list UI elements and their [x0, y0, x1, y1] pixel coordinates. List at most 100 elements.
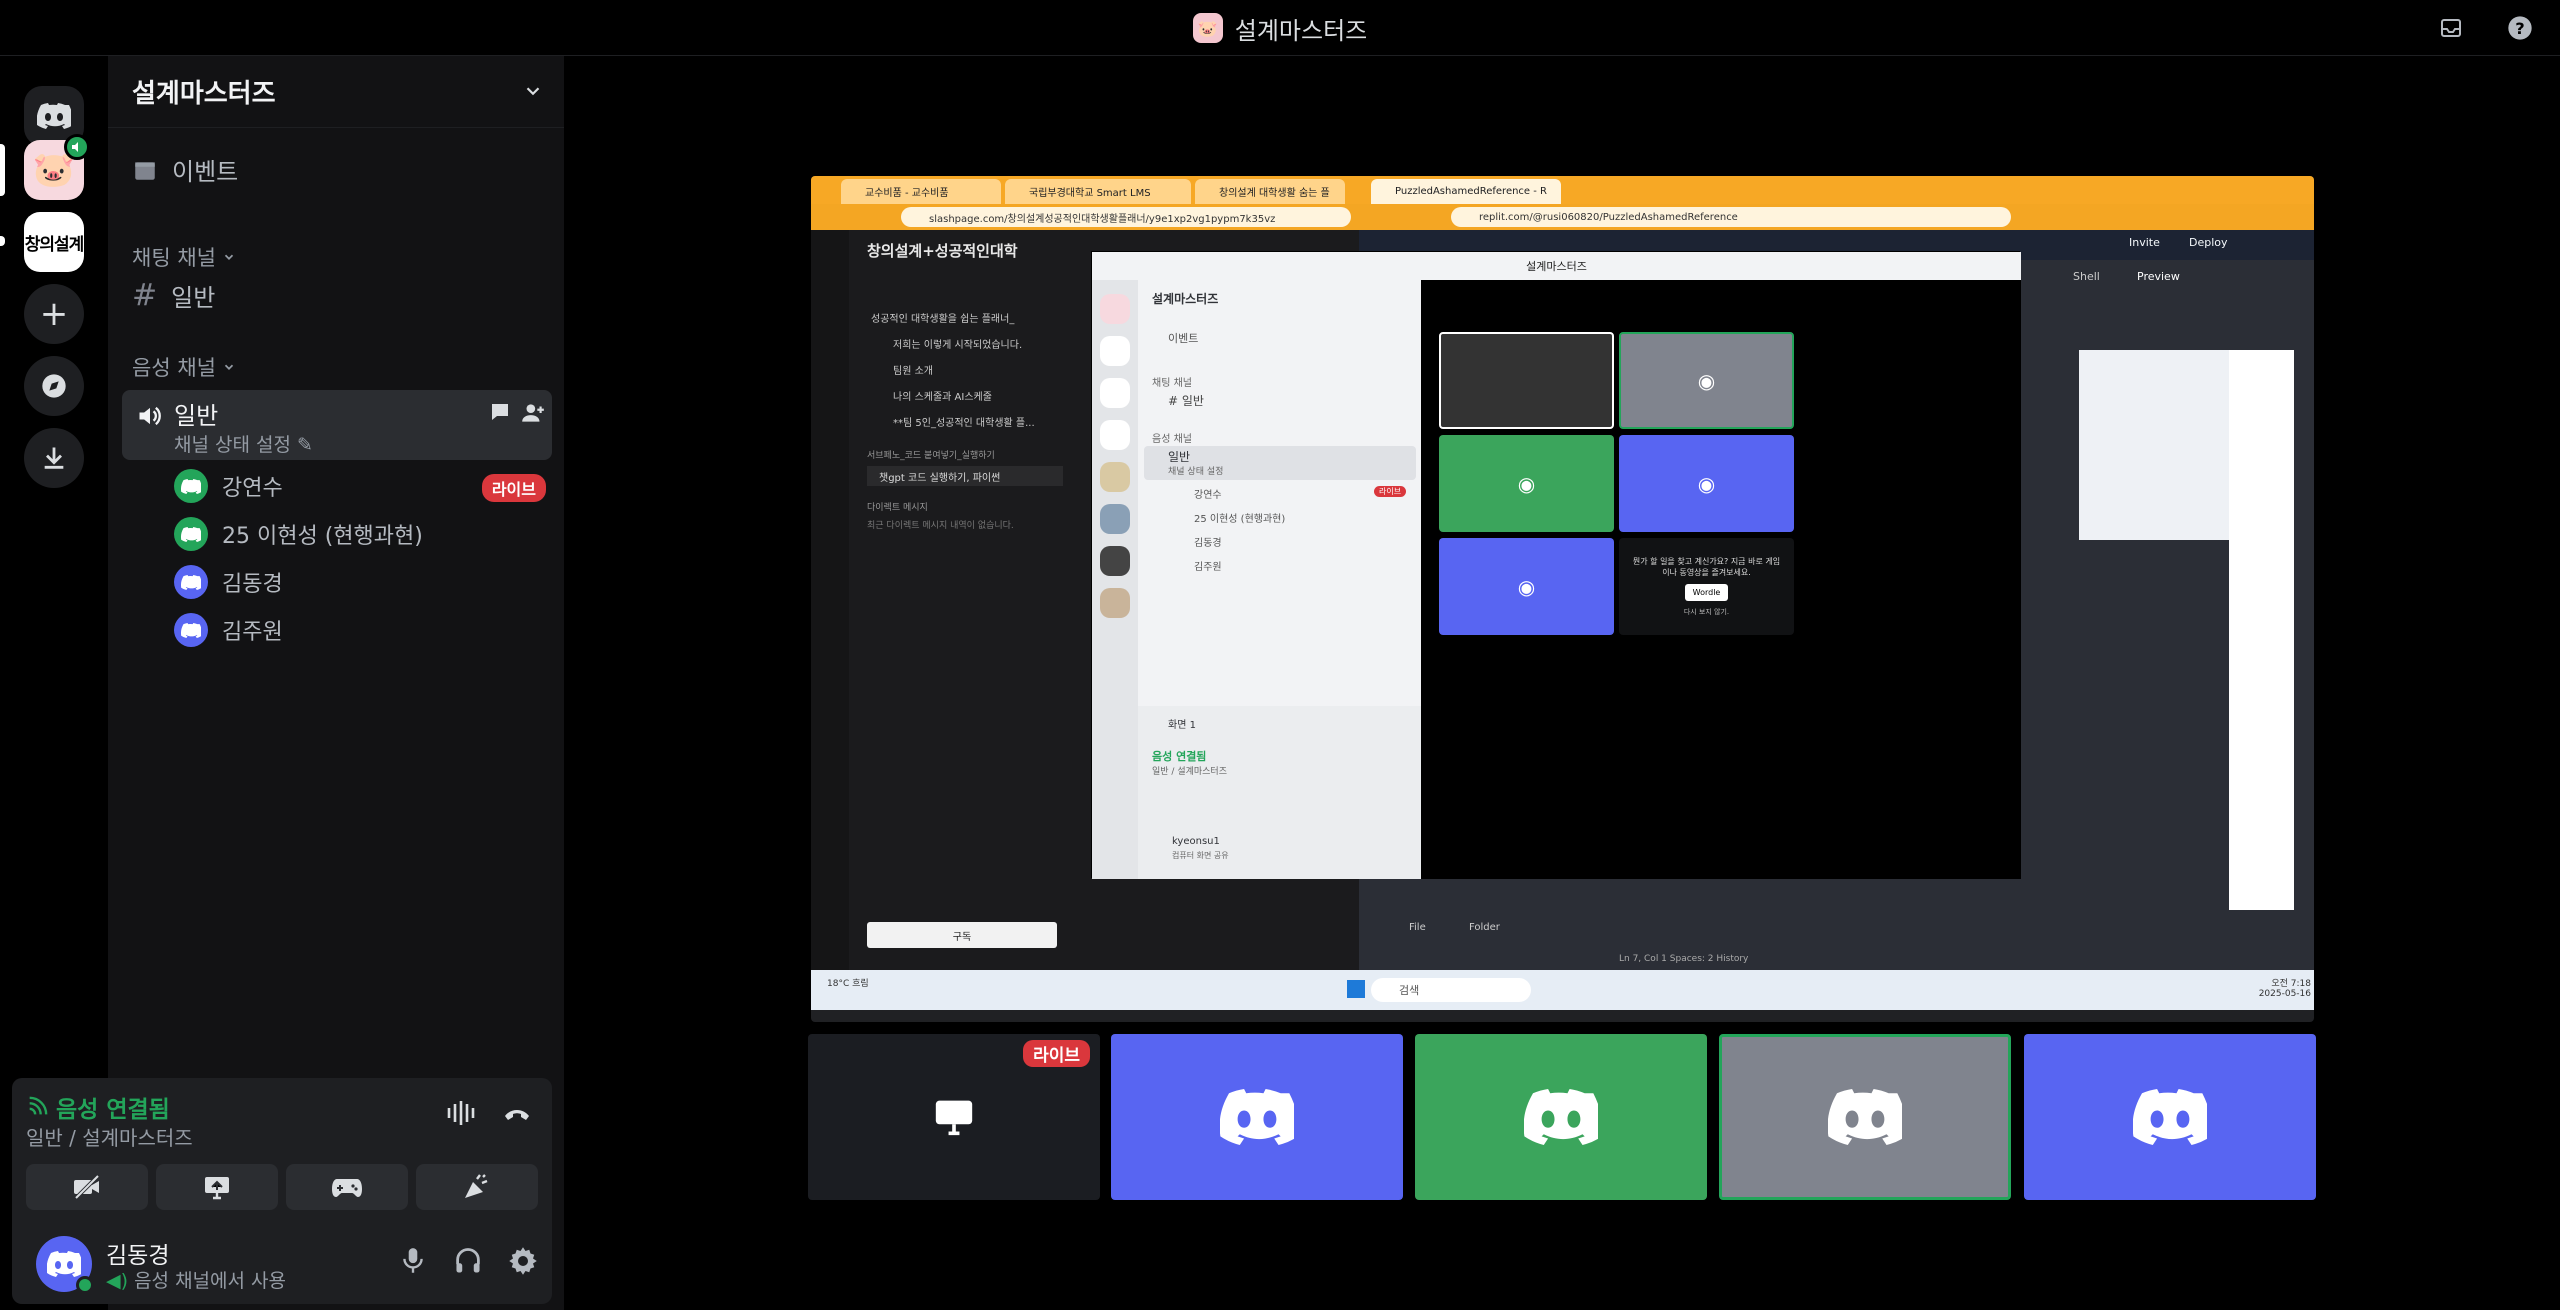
- taskbar-weather[interactable]: 18°C 흐림: [827, 976, 877, 989]
- hash-icon: #: [132, 278, 158, 313]
- page-item[interactable]: 서브페노_코드 붙여넣기_실행하기: [867, 448, 995, 461]
- voice-category-label: 음성 채널: [132, 356, 216, 380]
- text-category[interactable]: 채팅 채널: [132, 242, 236, 272]
- browser-toolbar: slashpage.com/창의설계성공적인대학생활플래너/y9e1xp2vg1…: [811, 204, 2314, 230]
- participant-tile-speaking[interactable]: [1719, 1034, 2011, 1200]
- mic-icon[interactable]: [400, 1246, 426, 1276]
- inner-server-rail: [1092, 280, 1138, 879]
- inner-user-tile[interactable]: ◉: [1439, 435, 1614, 532]
- headphones-icon[interactable]: [454, 1246, 482, 1276]
- shell-tab[interactable]: Shell: [2073, 270, 2100, 283]
- voice-category[interactable]: 음성 채널: [132, 352, 236, 382]
- avatar: [1100, 462, 1130, 492]
- invite-button[interactable]: Invite: [2129, 236, 2160, 249]
- voice-member[interactable]: 25 이현성 (현행과현): [174, 514, 554, 554]
- inner-user-tile[interactable]: ◉: [1619, 435, 1794, 532]
- browser-tab[interactable]: 국립부경대학교 Smart LMS: [1005, 179, 1191, 204]
- taskbar-search[interactable]: 검색: [1371, 978, 1531, 1002]
- channel-status-setting[interactable]: 채널 상태 설정 ✎: [174, 430, 313, 457]
- live-badge: 라이브: [481, 474, 546, 502]
- voice-location[interactable]: 일반 / 설계마스터즈: [26, 1122, 193, 1151]
- server-icon-creative-design[interactable]: 창의설계: [24, 212, 84, 272]
- events-link[interactable]: 이벤트: [132, 152, 238, 187]
- add-user-icon[interactable]: [520, 400, 546, 426]
- browser-tab[interactable]: PuzzledAshamedReference - R: [1371, 179, 1561, 204]
- shared-screen-stream[interactable]: 교수비품 - 교수비품 국립부경대학교 Smart LMS 창의설계 대학생활 …: [811, 176, 2314, 1022]
- page-title: 창의설계+성공적인대학: [867, 242, 1018, 260]
- explore-icon[interactable]: [24, 356, 84, 416]
- inner-user-tile[interactable]: ◉: [1619, 332, 1794, 429]
- inbox-icon[interactable]: [2436, 13, 2466, 43]
- screen-share-button[interactable]: [156, 1164, 278, 1210]
- participant-tile[interactable]: [2024, 1034, 2316, 1200]
- screen-share-icon: [205, 1177, 229, 1200]
- address-bar-left[interactable]: slashpage.com/창의설계성공적인대학생활플래너/y9e1xp2vg1…: [901, 207, 1351, 227]
- text-channel-general[interactable]: # 일반: [132, 278, 215, 313]
- promo-checkbox[interactable]: 다시 보지 않기.: [1684, 607, 1729, 617]
- page-item[interactable]: **팀 5인_성공적인 대학생활 플...: [893, 414, 1035, 429]
- title-bar: 🐷 설계마스터즈 ?: [0, 0, 2560, 56]
- folder-button[interactable]: Folder: [1469, 922, 1500, 933]
- gear-icon[interactable]: [508, 1246, 538, 1276]
- voice-member[interactable]: 김동경: [174, 562, 554, 602]
- preview-tab[interactable]: Preview: [2137, 270, 2180, 283]
- chevron-down-icon: [526, 87, 540, 96]
- browser-tab[interactable]: 교수비품 - 교수비품: [841, 179, 1001, 204]
- page-item[interactable]: 성공적인 대학생활을 쉽는 플래너_: [871, 310, 1014, 325]
- inner-member[interactable]: 김동경: [1194, 534, 1222, 549]
- inner-stream-tile[interactable]: [1439, 332, 1614, 429]
- subscribe-button[interactable]: 구독: [867, 922, 1057, 948]
- discord-icon: [1828, 1089, 1902, 1145]
- inner-server-name: 설계마스터즈: [1152, 292, 1219, 306]
- camera-toggle-button[interactable]: [26, 1164, 148, 1210]
- deploy-button[interactable]: Deploy: [2189, 236, 2228, 249]
- taskbar-time: 오전 7:18: [2271, 979, 2311, 989]
- soundboard-button[interactable]: [416, 1164, 538, 1210]
- file-button[interactable]: File: [1409, 922, 1426, 933]
- active-server-pill: [0, 144, 5, 196]
- dm-heading: 다이렉트 메시지: [867, 503, 928, 513]
- inner-voice-channel[interactable]: 일반 채널 상태 설정: [1144, 446, 1416, 480]
- avatar: [1100, 378, 1130, 408]
- server-icon-designmasters[interactable]: 🐷: [24, 134, 90, 200]
- inner-text-category[interactable]: 채팅 채널: [1152, 374, 1192, 389]
- soundwave-icon[interactable]: [446, 1100, 476, 1126]
- voice-channel-general[interactable]: 일반 채널 상태 설정 ✎: [122, 390, 552, 460]
- promo-game[interactable]: Wordle: [1684, 584, 1729, 601]
- voice-member[interactable]: 강연수 라이브: [174, 466, 554, 506]
- address-bar-right[interactable]: replit.com/@rusi060820/PuzzledAshamedRef…: [1451, 207, 2011, 227]
- participant-tile[interactable]: [1415, 1034, 1707, 1200]
- inner-member[interactable]: 김주원: [1194, 558, 1222, 573]
- server-header[interactable]: 설계마스터즈: [108, 56, 564, 128]
- voice-connection-panel: 음성 연결됨 일반 / 설계마스터즈 김동경 ◀) 음성 채널에서 사용: [12, 1078, 552, 1304]
- voice-member[interactable]: 김주원: [174, 610, 554, 650]
- inner-voice-category[interactable]: 음성 채널: [1152, 430, 1192, 445]
- browser-tab[interactable]: 창의설계 대학생활 숨는 플: [1195, 179, 1345, 204]
- activity-promo: 뭔가 할 일을 찾고 계신가요? 지금 바로 게임이나 동영상을 즐겨보세요. …: [1619, 538, 1794, 635]
- events-label: 이벤트: [172, 158, 239, 186]
- windows-start-icon[interactable]: [1347, 980, 1365, 998]
- inner-text-channel[interactable]: # 일반: [1168, 392, 1204, 409]
- add-server-button[interactable]: +: [24, 284, 84, 344]
- help-icon[interactable]: ?: [2505, 13, 2535, 43]
- inner-member[interactable]: 강연수: [1194, 486, 1222, 501]
- inner-user-tile[interactable]: ◉: [1439, 538, 1614, 635]
- download-icon[interactable]: [24, 428, 84, 488]
- inner-events[interactable]: 이벤트: [1168, 330, 1198, 346]
- page-item[interactable]: 챗gpt 코드 실행하기, 파이썬: [867, 466, 1063, 486]
- participant-tile[interactable]: [1111, 1034, 1403, 1200]
- avatar: [1100, 420, 1130, 450]
- page-item[interactable]: 나의 스케줄과 AI스케줄: [893, 388, 992, 403]
- page-item[interactable]: 저희는 이렇게 시작되었습니다.: [893, 336, 1022, 351]
- voice-connected-label: 음성 연결됨: [56, 1097, 170, 1123]
- taskbar-date: 2025-05-16: [2258, 989, 2311, 999]
- speaker-icon: [64, 134, 90, 160]
- calendar-icon: [135, 161, 155, 180]
- chat-icon[interactable]: [488, 400, 512, 424]
- page-item[interactable]: 팀원 소개: [893, 362, 933, 377]
- window-title: 설계마스터즈: [1234, 16, 1368, 45]
- activity-button[interactable]: [286, 1164, 408, 1210]
- participant-tile-screen[interactable]: 라이브: [808, 1034, 1100, 1200]
- inner-member[interactable]: 25 이현성 (현행과현): [1194, 510, 1285, 525]
- hangup-icon[interactable]: [502, 1100, 532, 1126]
